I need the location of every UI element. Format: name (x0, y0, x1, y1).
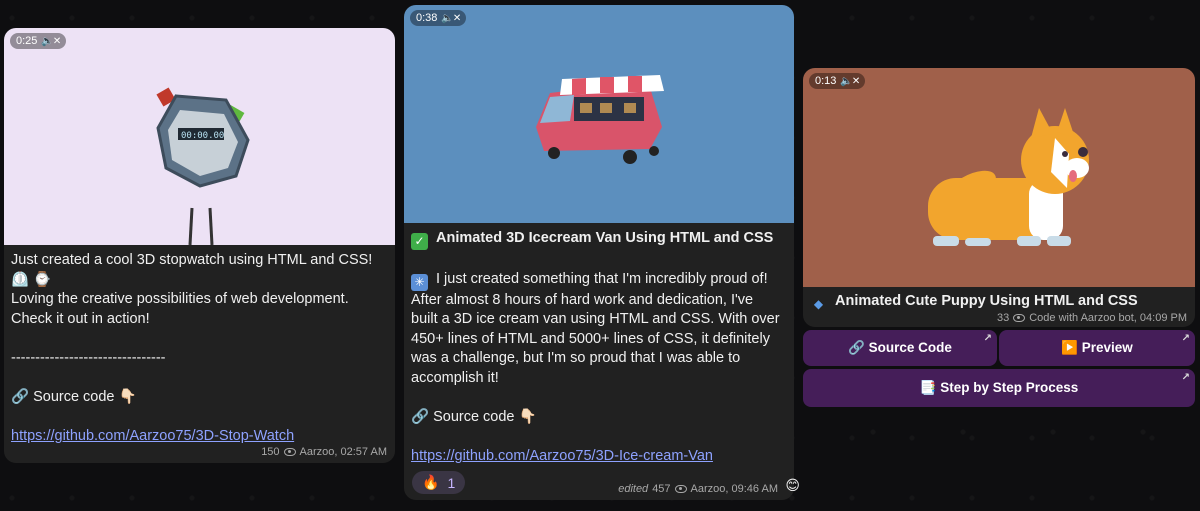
step-by-step-button-label: 📑 Step by Step Process (919, 380, 1079, 395)
view-count: 457 (652, 483, 671, 495)
side-emoji-icon: 😊 (785, 477, 800, 493)
duration-badge: 0:38 🔈✕ (410, 10, 467, 26)
external-link-icon: ↗ (983, 333, 992, 344)
reaction-count: 1 (447, 474, 456, 491)
video-icecream-van[interactable]: 0:38 🔈✕ (404, 5, 794, 223)
text-line (11, 369, 388, 389)
github-link[interactable]: https://github.com/Aarzoo75/3D-Stop-Watc… (11, 427, 388, 447)
video-puppy[interactable]: 0:13 🔈✕ (803, 68, 1195, 287)
message-stopwatch[interactable]: 00:00.00 0:25 🔈✕ Just created a cool 3D … (4, 28, 395, 463)
message-text: ◆ Animated Cute Puppy Using HTML and CSS (803, 287, 1195, 313)
message-meta: 33 Code with Aarzoo bot, 04:09 PM (997, 312, 1187, 324)
author-time: Aarzoo, 09:46 AM (690, 483, 778, 495)
fire-icon: 🔥 (422, 474, 440, 490)
view-count: 150 (261, 446, 280, 458)
text-line: 450+ lines of HTML and 5000+ lines of CS… (411, 330, 770, 347)
step-by-step-button[interactable]: 📑 Step by Step Process ↗ (803, 369, 1195, 407)
text-line: built a 3D ice cream van using HTML and … (411, 311, 780, 328)
message-meta: 150 Aarzoo, 02:57 AM (261, 446, 387, 458)
text-line (411, 389, 787, 409)
preview-button[interactable]: ▶️ Preview ↗ (999, 330, 1195, 366)
message-meta: edited 457 Aarzoo, 09:46 AM (618, 483, 778, 495)
source-code-button[interactable]: 🔗 Source Code ↗ (803, 330, 997, 366)
duration-badge: 0:25 🔈✕ (10, 33, 67, 49)
puppy-illustration (928, 108, 1089, 246)
view-count: 33 (996, 312, 1010, 324)
external-link-icon: ↗ (1181, 333, 1190, 344)
text-line: Just created a cool 3D stopwatch using H… (11, 252, 373, 268)
duration-text: 0:13 (815, 75, 837, 87)
video-stopwatch[interactable]: 00:00.00 0:25 🔈✕ (4, 28, 395, 245)
text-line: After almost 8 hours of hard work and de… (411, 291, 754, 308)
muted-speaker-icon[interactable]: 🔈✕ (441, 13, 461, 24)
eye-icon (283, 448, 296, 456)
muted-speaker-icon[interactable]: 🔈✕ (840, 76, 860, 87)
external-link-icon: ↗ (1181, 372, 1190, 383)
author-time: Aarzoo, 02:57 AM (299, 446, 387, 458)
check-mark-icon: ✓ (411, 233, 428, 250)
eye-icon (1013, 314, 1026, 322)
text-line: ✳ I just created something that I'm incre… (411, 270, 787, 291)
text-line: accomplish it! (411, 369, 499, 386)
source-code-label: 🔗 Source code 👇🏻 (411, 409, 537, 426)
preview-button-label: ▶️ Preview (1061, 340, 1133, 355)
reaction-badge[interactable]: 🔥 1 (412, 471, 466, 494)
source-code-button-label: 🔗 Source Code (848, 340, 952, 355)
divider-text: -------------------------------- (11, 349, 166, 366)
duration-badge: 0:13 🔈✕ (809, 73, 866, 89)
edited-label: edited (618, 483, 649, 495)
message-title: ◆ Animated Cute Puppy Using HTML and CSS (810, 292, 1188, 313)
sparkle-icon: ✳ (411, 273, 428, 291)
stopwatch-illustration: 00:00.00 (156, 87, 250, 245)
muted-speaker-icon[interactable]: 🔈✕ (41, 36, 61, 47)
svg-text:00:00.00: 00:00.00 (181, 131, 224, 141)
text-line: Check it out in action! (11, 310, 150, 327)
message-text: ✓ Animated 3D Icecream Van Using HTML and… (404, 223, 794, 467)
icecream-van-illustration (536, 75, 664, 164)
blue-diamond-icon: ◆ (813, 297, 824, 311)
source-code-label: 🔗 Source code 👇🏻 (11, 389, 137, 406)
author-time: Code with Aarzoo bot, 04:09 PM (1029, 312, 1187, 324)
text-line: Loving the creative possibilities of web… (11, 291, 349, 308)
duration-text: 0:38 (416, 12, 438, 24)
text-line (11, 329, 388, 349)
text-line (411, 428, 787, 448)
message-puppy[interactable]: 0:13 🔈✕ ◆ Animated Cute Puppy Using HTML … (803, 68, 1195, 327)
message-text: Just created a cool 3D stopwatch using H… (4, 245, 395, 447)
message-icecream-van[interactable]: 0:38 🔈✕ ✓ Animated 3D Icecream Van Using … (404, 5, 800, 500)
duration-text: 0:25 (16, 35, 38, 47)
text-line (11, 408, 388, 428)
text-line: was a challenge, but I'm so proud that I… (411, 350, 741, 367)
text-line: ⏲️ ⌚ (11, 271, 52, 288)
eye-icon (674, 485, 687, 493)
github-link[interactable]: https://github.com/Aarzoo75/3D-Ice-cream… (411, 447, 787, 467)
message-title: ✓ Animated 3D Icecream Van Using HTML and… (411, 229, 787, 250)
